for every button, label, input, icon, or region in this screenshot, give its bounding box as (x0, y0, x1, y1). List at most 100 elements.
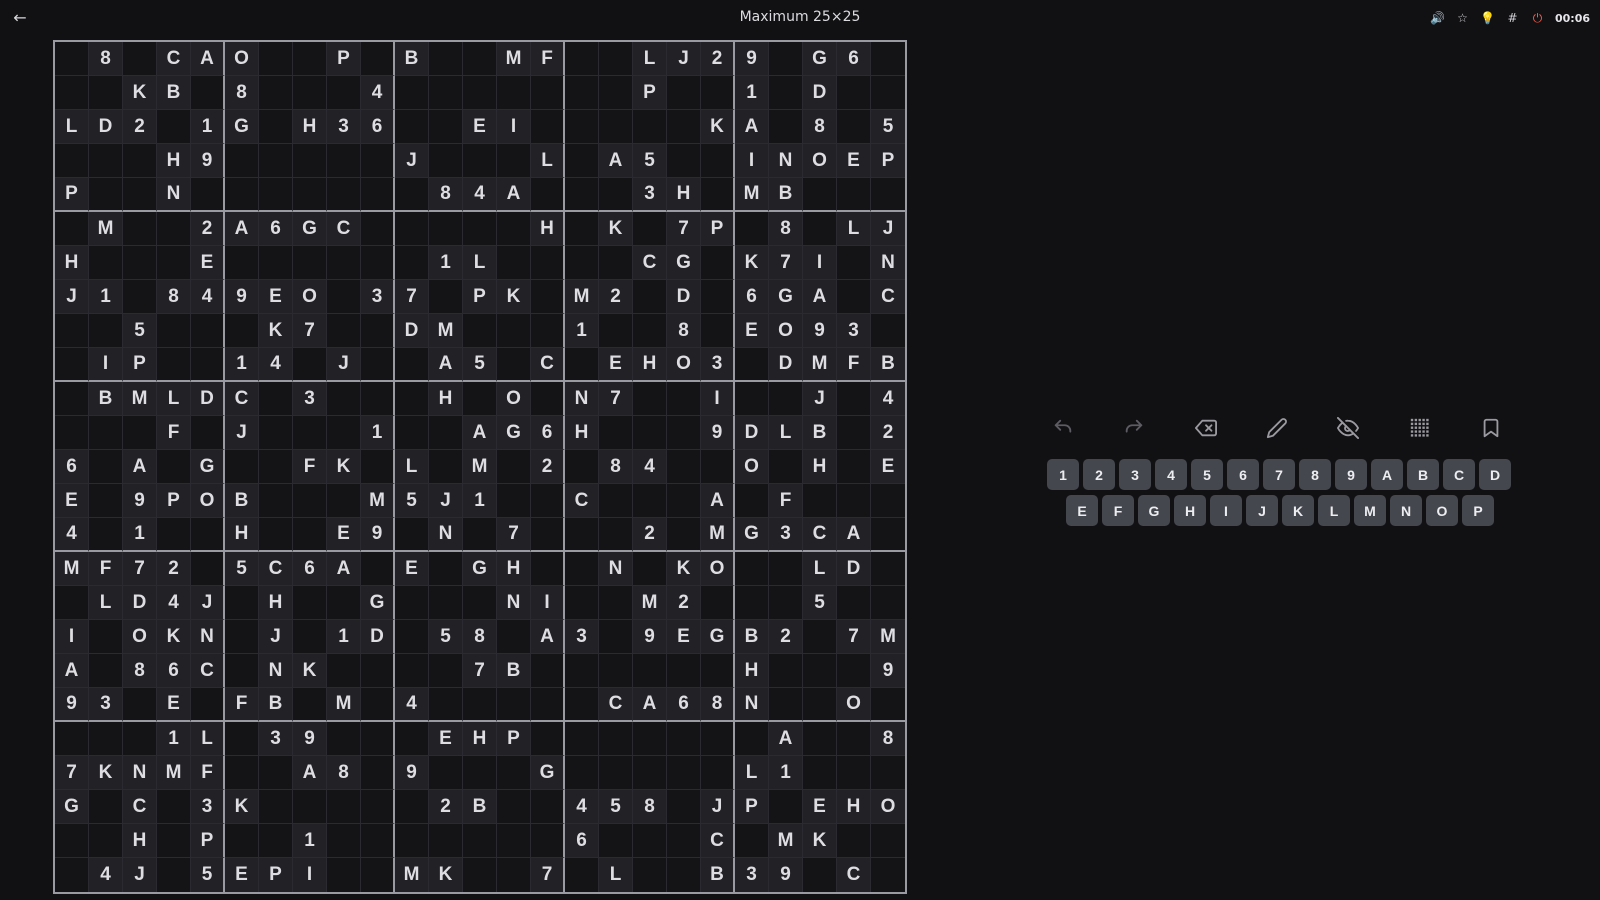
board-cell[interactable] (293, 76, 327, 110)
board-cell[interactable] (395, 76, 429, 110)
board-cell[interactable]: B (395, 42, 429, 76)
board-cell[interactable] (531, 314, 565, 348)
board-cell[interactable]: 6 (837, 42, 871, 76)
board-cell[interactable] (599, 824, 633, 858)
board-cell[interactable] (429, 552, 463, 586)
board-cell[interactable]: H (803, 450, 837, 484)
board-cell[interactable]: 7 (667, 212, 701, 246)
board-cell[interactable] (55, 382, 89, 416)
board-cell[interactable] (565, 348, 599, 382)
board-cell[interactable]: 5 (123, 314, 157, 348)
board-cell[interactable] (837, 756, 871, 790)
key-8[interactable]: 8 (1299, 459, 1331, 490)
board-cell[interactable]: 2 (633, 518, 667, 552)
board-cell[interactable]: K (667, 552, 701, 586)
board-cell[interactable]: P (259, 858, 293, 892)
board-cell[interactable]: E (259, 280, 293, 314)
board-cell[interactable]: E (837, 144, 871, 178)
board-cell[interactable] (565, 722, 599, 756)
board-cell[interactable] (633, 552, 667, 586)
board-cell[interactable] (89, 654, 123, 688)
board-cell[interactable]: H (429, 382, 463, 416)
board-cell[interactable]: 5 (803, 586, 837, 620)
key-O[interactable]: O (1426, 495, 1458, 526)
board-cell[interactable] (531, 110, 565, 144)
board-cell[interactable]: G (735, 518, 769, 552)
board-cell[interactable] (871, 314, 905, 348)
board-cell[interactable]: J (871, 212, 905, 246)
board-cell[interactable] (871, 688, 905, 722)
board-cell[interactable]: A (633, 688, 667, 722)
board-cell[interactable] (701, 246, 735, 280)
board-cell[interactable]: A (599, 144, 633, 178)
board-cell[interactable]: I (293, 858, 327, 892)
board-cell[interactable]: K (429, 858, 463, 892)
board-cell[interactable]: P (55, 178, 89, 212)
board-cell[interactable] (123, 178, 157, 212)
board-cell[interactable] (191, 76, 225, 110)
board-cell[interactable] (497, 314, 531, 348)
board-cell[interactable]: 5 (191, 858, 225, 892)
board-cell[interactable]: 4 (157, 586, 191, 620)
board-cell[interactable]: E (599, 348, 633, 382)
board-cell[interactable] (667, 144, 701, 178)
board-cell[interactable]: 8 (157, 280, 191, 314)
board-cell[interactable] (191, 518, 225, 552)
board-cell[interactable] (157, 110, 191, 144)
board-cell[interactable] (497, 620, 531, 654)
board-cell[interactable]: 1 (293, 824, 327, 858)
board-cell[interactable]: 7 (531, 858, 565, 892)
board-cell[interactable]: B (157, 76, 191, 110)
board-cell[interactable]: H (123, 824, 157, 858)
board-cell[interactable]: D (735, 416, 769, 450)
board-cell[interactable] (871, 178, 905, 212)
board-cell[interactable] (361, 756, 395, 790)
board-cell[interactable]: N (123, 756, 157, 790)
board-cell[interactable] (259, 756, 293, 790)
board-cell[interactable]: I (735, 144, 769, 178)
board-cell[interactable] (429, 280, 463, 314)
board-cell[interactable] (55, 76, 89, 110)
grid-number-icon[interactable]: # (1505, 11, 1520, 25)
board-cell[interactable] (837, 484, 871, 518)
board-cell[interactable]: 1 (225, 348, 259, 382)
board-cell[interactable]: N (871, 246, 905, 280)
board-cell[interactable] (633, 382, 667, 416)
board-cell[interactable] (463, 382, 497, 416)
board-cell[interactable] (327, 722, 361, 756)
board-cell[interactable]: G (55, 790, 89, 824)
board-cell[interactable]: A (327, 552, 361, 586)
board-cell[interactable] (497, 144, 531, 178)
board-cell[interactable]: L (599, 858, 633, 892)
board-cell[interactable]: H (293, 110, 327, 144)
key-I[interactable]: I (1210, 495, 1242, 526)
board-cell[interactable]: H (157, 144, 191, 178)
board-cell[interactable] (429, 586, 463, 620)
board-cell[interactable] (89, 790, 123, 824)
board-cell[interactable]: J (327, 348, 361, 382)
board-cell[interactable] (395, 212, 429, 246)
board-cell[interactable] (55, 212, 89, 246)
board-cell[interactable] (633, 212, 667, 246)
board-cell[interactable]: I (89, 348, 123, 382)
board-cell[interactable] (259, 110, 293, 144)
board-cell[interactable] (735, 212, 769, 246)
board-cell[interactable] (769, 552, 803, 586)
board-cell[interactable] (497, 484, 531, 518)
board-cell[interactable]: E (735, 314, 769, 348)
board-cell[interactable]: E (871, 450, 905, 484)
board-cell[interactable]: 6 (55, 450, 89, 484)
board-cell[interactable] (361, 382, 395, 416)
board-cell[interactable]: M (769, 824, 803, 858)
board-cell[interactable] (123, 416, 157, 450)
board-cell[interactable]: A (701, 484, 735, 518)
board-cell[interactable]: P (633, 76, 667, 110)
board-cell[interactable] (191, 348, 225, 382)
board-cell[interactable]: G (803, 42, 837, 76)
board-cell[interactable]: B (259, 688, 293, 722)
board-cell[interactable]: M (157, 756, 191, 790)
board-cell[interactable] (225, 450, 259, 484)
board-cell[interactable] (191, 314, 225, 348)
board-cell[interactable] (769, 654, 803, 688)
board-cell[interactable]: 3 (735, 858, 769, 892)
